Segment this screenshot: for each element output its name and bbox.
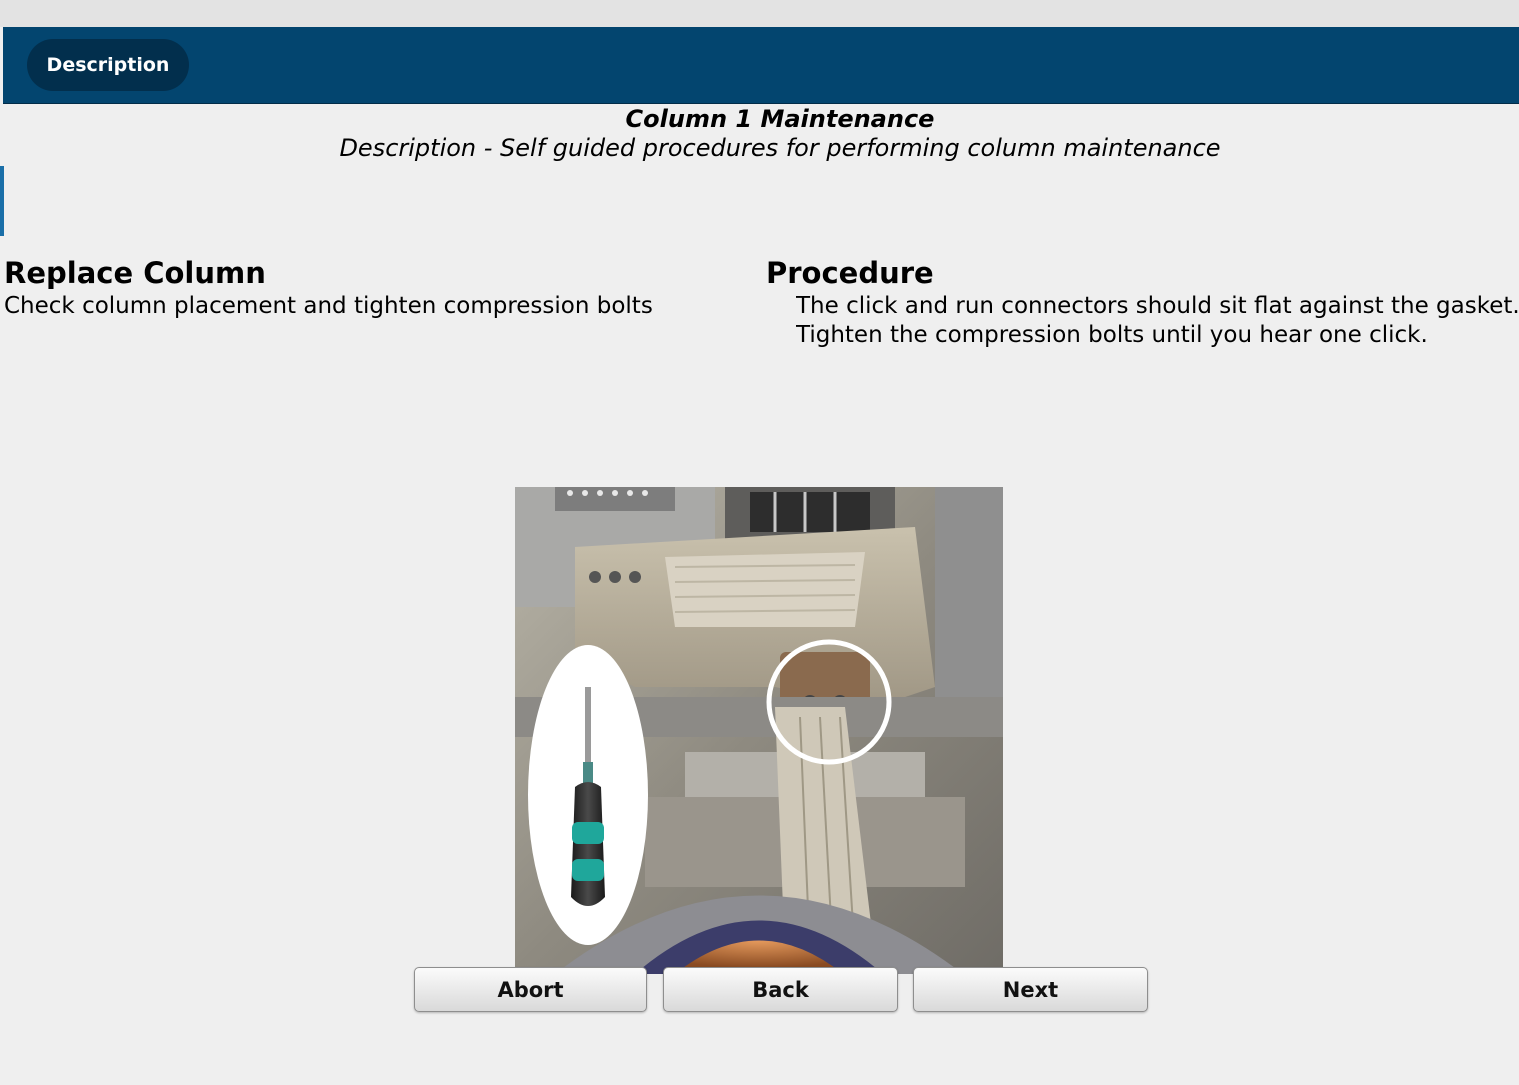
procedure-text: The click and run connectors should sit … [796, 292, 1519, 356]
replace-column-text: Check column placement and tighten compr… [4, 293, 653, 319]
next-button[interactable]: Next [913, 967, 1148, 1012]
instrument-photo [515, 487, 1003, 974]
replace-column-heading: Replace Column [4, 256, 266, 290]
procedure-heading: Procedure [766, 256, 934, 290]
tab-description[interactable]: Description [27, 39, 189, 91]
procedure-line-2: Tighten the compression bolts until you … [796, 322, 1428, 348]
procedure-line-1: The click and run connectors should sit … [796, 293, 1519, 319]
window-top-strip [0, 0, 1519, 27]
back-button[interactable]: Back [663, 967, 898, 1012]
page-subtitle: Description - Self guided procedures for… [339, 134, 1221, 162]
page-title: Column 1 Maintenance [625, 105, 935, 133]
side-accent-bar [0, 166, 4, 236]
abort-button[interactable]: Abort [414, 967, 647, 1012]
header-bar: Description [3, 27, 1519, 104]
